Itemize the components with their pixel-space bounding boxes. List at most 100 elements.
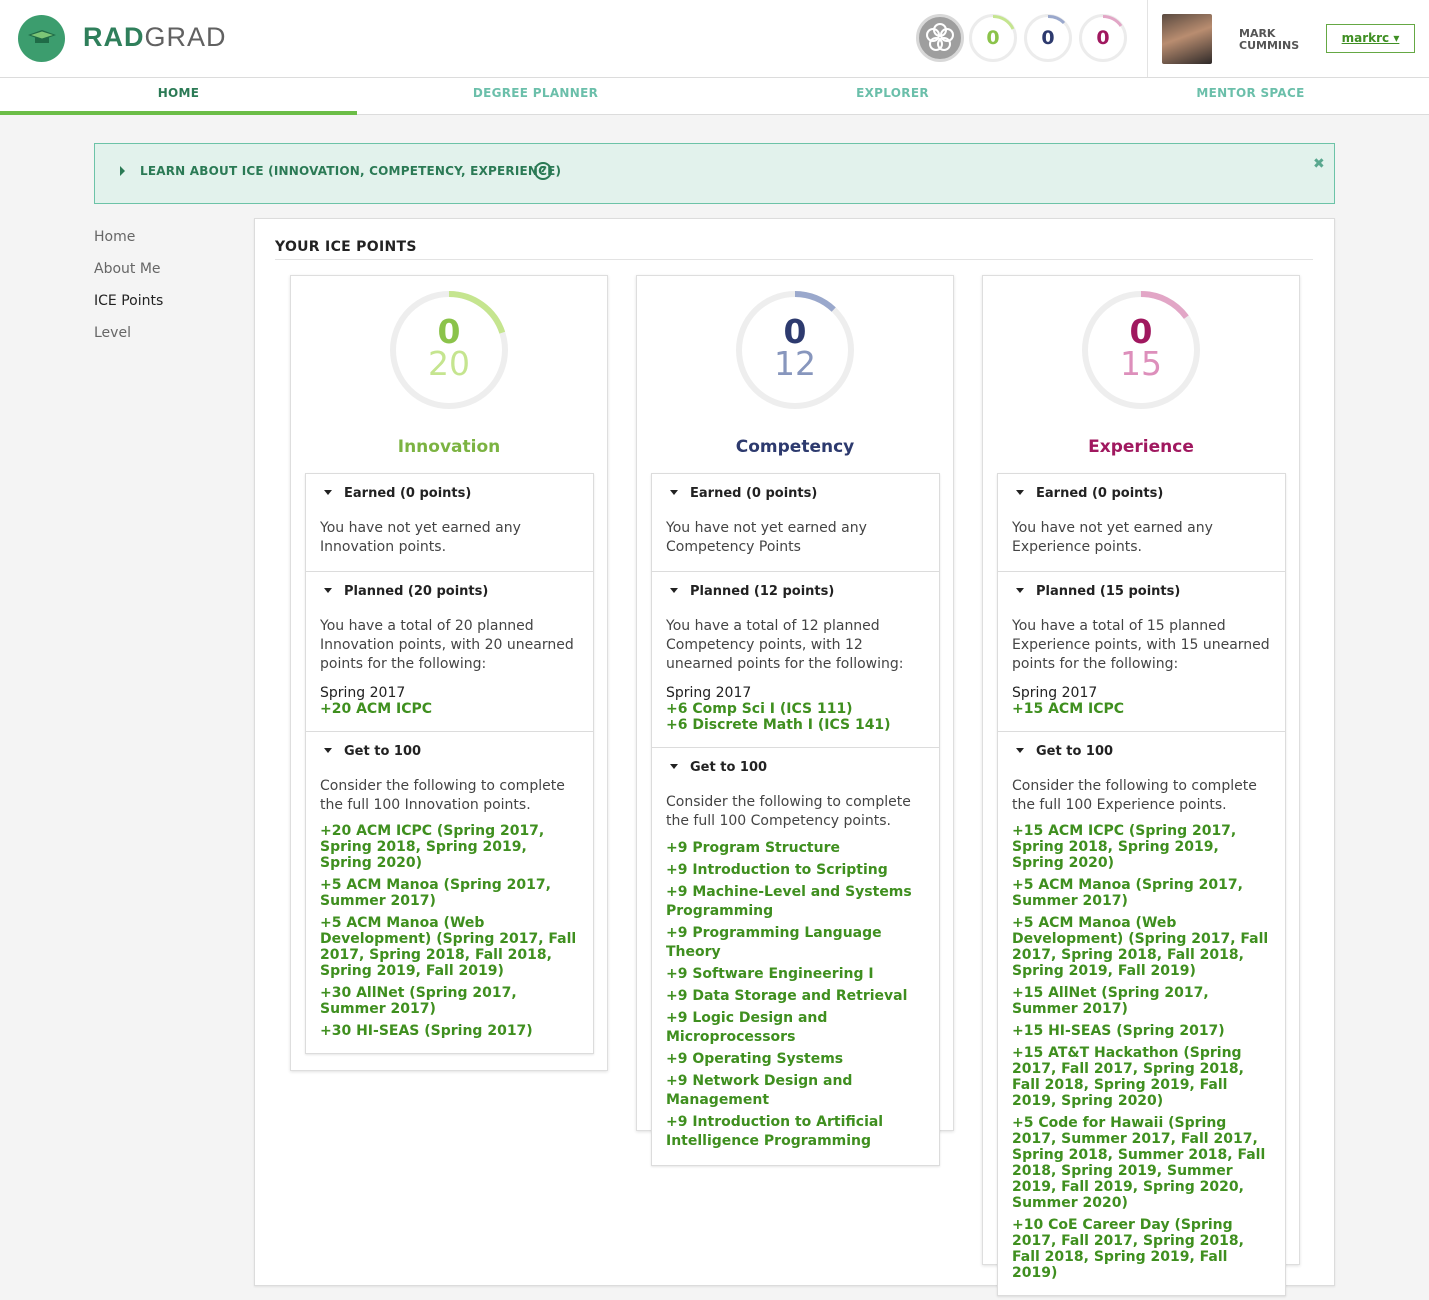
suggestion-link[interactable]: +9 Program Structure [666,839,925,858]
innovation-planned-value: 20 [428,344,470,383]
suggestion-link[interactable]: +30 AllNet (Spring 2017, Summer 2017) [320,985,579,1017]
competency-planned-header[interactable]: Planned (12 points) [666,584,925,600]
caret-down-icon [324,490,332,495]
competency-planned-label: Planned (12 points) [690,584,835,599]
suggestion-link[interactable]: +5 ACM Manoa (Web Development) (Spring 2… [1012,915,1271,979]
suggestion-link[interactable]: +9 Programming Language Theory [666,924,925,962]
header-divider [1147,0,1148,77]
competency-header-badge[interactable]: 0 [1024,14,1072,62]
suggestion-link[interactable]: +9 Network Design and Management [666,1072,925,1110]
innovation-earned-header[interactable]: Earned (0 points) [320,486,579,502]
suggestion-link[interactable]: +10 CoE Career Day (Spring 2017, Fall 20… [1012,1217,1271,1281]
experience-get-header[interactable]: Get to 100 [1012,744,1271,760]
competency-earned-section: Earned (0 points) You have not yet earne… [652,474,939,572]
caret-down-icon [670,588,678,593]
innovation-column: 0 20 Innovation Earned (0 points) You ha… [290,275,608,1071]
title-divider [275,259,1313,260]
competency-title: Competency [735,437,855,457]
main-nav: HOME DEGREE PLANNER EXPLORER MENTOR SPAC… [0,78,1429,115]
suggestion-link[interactable]: +15 AT&T Hackathon (Spring 2017, Fall 20… [1012,1045,1271,1109]
suggestion-link[interactable]: +5 ACM Manoa (Web Development) (Spring 2… [320,915,579,979]
experience-planned-section: Planned (15 points) You have a total of … [998,572,1285,732]
innovation-planned-header[interactable]: Planned (20 points) [320,584,579,600]
competency-suggestion-list: +9 Program Structure +9 Introduction to … [666,839,925,1151]
sidebar-item-ice-points[interactable]: ICE Points [94,293,163,309]
suggestion-link[interactable]: +20 ACM ICPC (Spring 2017, Spring 2018, … [320,823,579,871]
experience-planned-term: Spring 2017 [1012,685,1098,701]
brand-grad: GRAD [144,22,227,52]
competency-planned-section: Planned (12 points) You have a total of … [652,572,939,748]
suggestion-link[interactable]: +9 Software Engineering I [666,965,925,984]
caret-down-icon [1016,490,1024,495]
caret-down-icon [670,764,678,769]
sidebar-item-about-me[interactable]: About Me [94,261,161,277]
innovation-get-header[interactable]: Get to 100 [320,744,579,760]
suggestion-link[interactable]: +9 Introduction to Scripting [666,861,925,880]
experience-planned-header[interactable]: Planned (15 points) [1012,584,1271,600]
competency-earned-header[interactable]: Earned (0 points) [666,486,925,502]
innovation-title: Innovation [397,437,501,457]
suggestion-link[interactable]: +9 Operating Systems [666,1050,925,1069]
brand-rad: RAD [83,22,145,52]
sidebar-item-home[interactable]: Home [94,229,135,245]
caret-down-icon [670,490,678,495]
brand-name[interactable]: RADGRAD [83,22,227,53]
planned-item-link[interactable]: +15 ACM ICPC [1012,701,1271,717]
caret-down-icon [1016,748,1024,753]
tab-home[interactable]: HOME [0,78,357,115]
tab-explorer[interactable]: EXPLORER [714,78,1071,115]
ice-points-panel: YOUR ICE POINTS 0 20 Innovation Earned (… [254,218,1335,1296]
innovation-get-section: Get to 100 Consider the following to com… [306,732,593,1053]
competency-accordion: Earned (0 points) You have not yet earne… [651,473,940,1166]
suggestion-link[interactable]: +30 HI-SEAS (Spring 2017) [320,1023,579,1039]
experience-get-section: Get to 100 Consider the following to com… [998,732,1285,1295]
suggestion-link[interactable]: +5 Code for Hawaii (Spring 2017, Summer … [1012,1115,1271,1211]
planned-item-link[interactable]: +20 ACM ICPC [320,701,579,717]
sidebar-item-level[interactable]: Level [94,325,131,341]
experience-get-text: Consider the following to complete the f… [1012,778,1257,813]
level-badge[interactable] [916,14,964,62]
suggestion-link[interactable]: +15 ACM ICPC (Spring 2017, Spring 2018, … [1012,823,1271,871]
experience-planned-label: Planned (15 points) [1036,584,1181,599]
suggestion-link[interactable]: +15 AllNet (Spring 2017, Summer 2017) [1012,985,1271,1017]
experience-earned-header[interactable]: Earned (0 points) [1012,486,1271,502]
experience-column: 0 15 Experience Earned (0 points) You ha… [982,275,1300,1296]
caret-down-icon [324,748,332,753]
suggestion-link[interactable]: +15 HI-SEAS (Spring 2017) [1012,1023,1271,1039]
planned-item-link[interactable]: +6 Comp Sci I (ICS 111) [666,701,925,717]
suggestion-link[interactable]: +9 Machine-Level and Systems Programming [666,883,925,921]
innovation-planned-label: Planned (20 points) [344,584,489,599]
top-bar: RADGRAD 0 0 0 MARK CUMMINS markrc ▾ [0,0,1429,78]
user-menu-button[interactable]: markrc ▾ [1326,24,1415,53]
avatar[interactable] [1162,14,1212,64]
innovation-suggestion-list: +20 ACM ICPC (Spring 2017, Spring 2018, … [320,823,579,1039]
caret-right-icon[interactable] [120,166,125,176]
suggestion-link[interactable]: +5 ACM Manoa (Spring 2017, Summer 2017) [1012,877,1271,909]
competency-get-text: Consider the following to complete the f… [666,794,911,829]
experience-get-label: Get to 100 [1036,744,1114,759]
banner-text[interactable]: LEARN ABOUT ICE (INNOVATION, COMPETENCY,… [140,164,561,178]
competency-get-header[interactable]: Get to 100 [666,760,925,776]
innovation-header-badge[interactable]: 0 [969,14,1017,62]
suggestion-link[interactable]: +9 Introduction to Artificial Intelligen… [666,1113,925,1151]
close-icon[interactable]: ✖ [1313,156,1325,172]
user-name: MARK CUMMINS [1239,28,1299,52]
suggestion-link[interactable]: +5 ACM Manoa (Spring 2017, Summer 2017) [320,877,579,909]
tab-degree-planner[interactable]: DEGREE PLANNER [357,78,714,115]
suggestion-link[interactable]: +9 Logic Design and Microprocessors [666,1009,925,1047]
help-icon[interactable]: ? [534,162,552,180]
innovation-planned-term: Spring 2017 [320,685,406,701]
tab-mentor-space[interactable]: MENTOR SPACE [1072,78,1429,115]
innovation-earned-section: Earned (0 points) You have not yet earne… [306,474,593,572]
planned-item-link[interactable]: +6 Discrete Math I (ICS 141) [666,717,925,733]
innovation-earned-text: You have not yet earned any Innovation p… [320,520,521,555]
innovation-get-text: Consider the following to complete the f… [320,778,565,813]
experience-header-count: 0 [1096,27,1110,49]
suggestion-link[interactable]: +9 Data Storage and Retrieval [666,987,925,1006]
experience-earned-text: You have not yet earned any Experience p… [1012,520,1213,555]
competency-get-label: Get to 100 [690,760,768,775]
experience-header-badge[interactable]: 0 [1079,14,1127,62]
experience-planned-text: You have a total of 15 planned Experienc… [1012,618,1270,672]
ice-info-banner: LEARN ABOUT ICE (INNOVATION, COMPETENCY,… [94,143,1335,204]
competency-earned-label: Earned (0 points) [690,486,818,501]
